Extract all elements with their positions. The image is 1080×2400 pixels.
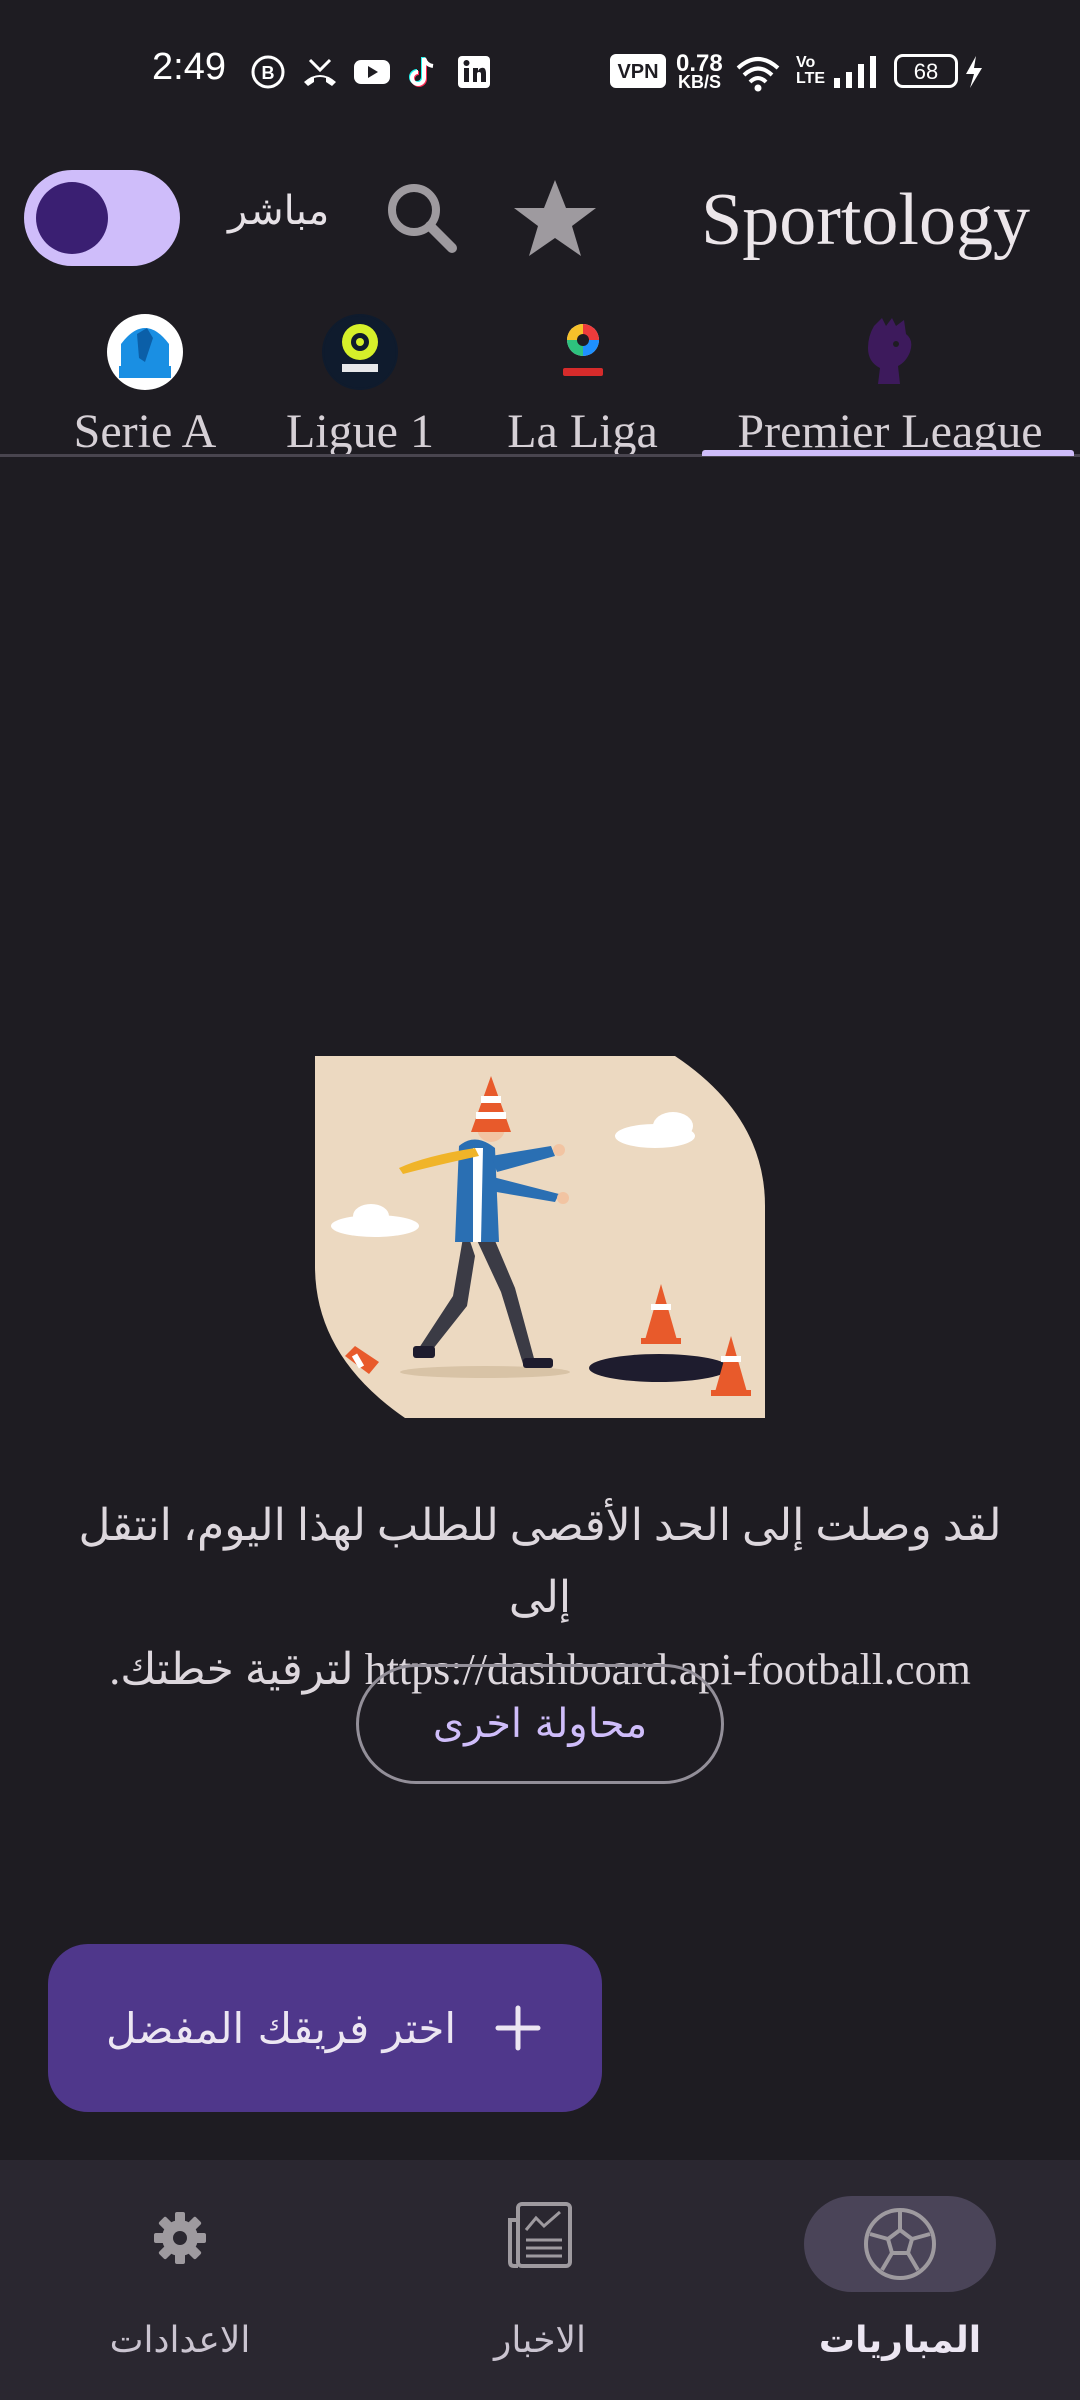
nav-item-matches[interactable]: المباريات bbox=[720, 2160, 1080, 2400]
serie-a-logo-icon bbox=[109, 316, 181, 388]
nav-item-news[interactable]: الاخبار bbox=[360, 2160, 720, 2400]
tab-la-liga[interactable]: La Liga bbox=[495, 300, 670, 459]
linkedin-icon bbox=[458, 56, 490, 88]
retry-button[interactable]: محاولة اخرى bbox=[356, 1664, 724, 1784]
search-icon[interactable] bbox=[382, 178, 462, 258]
battery-icon: 68 bbox=[894, 54, 958, 88]
signal-icon bbox=[834, 56, 876, 88]
error-message-line-1: لقد وصلت إلى الحد الأقصى للطلب لهذا اليو… bbox=[78, 1501, 1002, 1622]
live-toggle[interactable] bbox=[24, 170, 180, 266]
la-liga-logo-icon bbox=[562, 324, 603, 376]
la-liga-logo bbox=[545, 314, 621, 390]
tiktok-icon bbox=[409, 57, 434, 87]
status-bar: 2:49 B VPN 0.78 KB/S Vo LTE 68 bbox=[0, 0, 1080, 140]
wifi-icon bbox=[736, 57, 780, 92]
vpn-label: VPN bbox=[617, 61, 659, 83]
premier-league-logo bbox=[852, 314, 928, 390]
b-circle-icon: B bbox=[251, 55, 285, 89]
svg-text:B: B bbox=[262, 63, 275, 83]
ligue-1-logo-icon bbox=[324, 316, 396, 388]
nav-label: الاعدادات bbox=[109, 2320, 251, 2361]
status-time: 2:49 bbox=[152, 46, 226, 88]
blindfolded-man-illustration bbox=[315, 1056, 765, 1418]
vpn-badge: VPN bbox=[610, 54, 666, 88]
network-speed-unit: KB/S bbox=[678, 72, 722, 92]
tab-label: La Liga bbox=[507, 405, 658, 458]
nav-label: الاخبار bbox=[493, 2320, 586, 2361]
star-icon[interactable] bbox=[512, 176, 598, 260]
nav-label: المباريات bbox=[818, 2320, 982, 2361]
premier-league-logo-icon bbox=[868, 318, 912, 384]
tab-serie-a[interactable]: Serie A bbox=[60, 300, 230, 459]
missed-call-icon bbox=[304, 58, 336, 86]
fab-label: اختر فريقك المفضل bbox=[106, 2003, 456, 2053]
league-tabs: Serie A Ligue 1 La Liga Premier League bbox=[0, 300, 1080, 458]
tab-premier-league[interactable]: Premier League bbox=[710, 300, 1070, 459]
tab-ligue-1[interactable]: Ligue 1 bbox=[275, 300, 445, 459]
newspaper-icon bbox=[508, 2202, 572, 2268]
soccer-ball-icon bbox=[864, 2208, 936, 2280]
ligue-1-logo bbox=[322, 314, 398, 390]
youtube-icon bbox=[354, 60, 390, 84]
volte-bottom: LTE bbox=[796, 70, 826, 87]
gear-icon bbox=[154, 2212, 206, 2264]
battery-level: 68 bbox=[913, 59, 939, 84]
plus-icon bbox=[495, 2005, 541, 2051]
live-label: مباشر bbox=[228, 188, 330, 234]
charging-icon bbox=[966, 56, 982, 88]
serie-a-logo bbox=[107, 314, 183, 390]
toggle-knob bbox=[36, 182, 108, 254]
app-title: Sportology bbox=[701, 179, 1030, 261]
tab-label: Ligue 1 bbox=[286, 405, 434, 458]
bottom-navigation: الاعدادات الاخبار المباريات bbox=[0, 2160, 1080, 2400]
tab-label: Serie A bbox=[73, 405, 217, 458]
choose-favorite-team-button[interactable]: اختر فريقك المفضل bbox=[48, 1944, 602, 2112]
tab-selected-indicator bbox=[702, 450, 1074, 456]
nav-item-settings[interactable]: الاعدادات bbox=[0, 2160, 360, 2400]
